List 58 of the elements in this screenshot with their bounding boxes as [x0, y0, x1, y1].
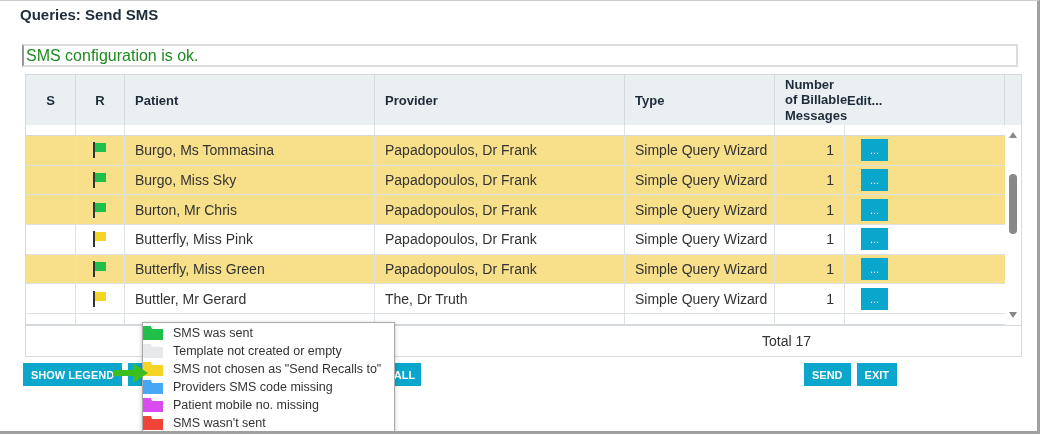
query-type: Simple Query Wizard: [635, 171, 768, 188]
patient-name: Burton, Mr Chris: [135, 201, 237, 218]
edit-button[interactable]: ...: [861, 287, 888, 310]
message-count: 1: [826, 290, 834, 307]
patient-name: Buttler, Mr Gerard: [135, 290, 247, 307]
arrow-icon: [113, 361, 149, 385]
total-count: Total 17: [762, 333, 812, 349]
table-row[interactable]: Butterfly, Miss Green Papadopoulos, Dr Frank Simple Query Wizard 1 ...: [26, 254, 1005, 285]
edit-button[interactable]: ...: [861, 168, 888, 191]
edit-button[interactable]: ...: [861, 258, 888, 281]
edit-button[interactable]: ...: [861, 228, 888, 251]
query-type: Simple Query Wizard: [635, 231, 768, 248]
legend-label: Providers SMS code missing: [173, 380, 333, 394]
message-count: 1: [826, 261, 834, 278]
legend-label: Template not created or empty: [173, 344, 342, 358]
column-header: S: [26, 75, 76, 125]
page-title: Queries: Send SMS: [19, 5, 160, 25]
legend-label: SMS not chosen as "Send Recalls to": [173, 362, 382, 376]
edit-button[interactable]: ...: [861, 198, 888, 221]
column-header: Number of Billable Messages: [784, 75, 845, 125]
scroll-down-icon[interactable]: [1008, 311, 1018, 319]
patient-name: Butterfly, Miss Green: [135, 261, 265, 278]
provider-name: Papadopoulos, Dr Frank: [385, 142, 537, 159]
legend-label: SMS was sent: [173, 326, 253, 340]
table-row[interactable]: Burgo, Ms Tommasina Papadopoulos, Dr Frank Simple Query Wizard 1 ...: [26, 135, 1005, 166]
status-field[interactable]: SMS configuration is ok.: [22, 44, 1018, 67]
column-header: Type: [625, 75, 775, 125]
message-count: 1: [826, 142, 834, 159]
table-row[interactable]: Burton, Mr Chris Papadopoulos, Dr Frank Simple Query Wizard 1 ...: [26, 195, 1005, 225]
patient-name: Burgo, Ms Tommasina: [135, 142, 274, 159]
exit-button[interactable]: EXIT: [856, 363, 897, 386]
column-header: Provider: [375, 75, 625, 125]
table-row[interactable]: Burgo, Miss Sky Papadopoulos, Dr Frank Simple Query Wizard 1 ...: [26, 165, 1005, 196]
patient-name: Butterfly, Miss Pink: [135, 231, 253, 248]
query-type: Simple Query Wizard: [635, 142, 768, 159]
provider-name: Papadopoulos, Dr Frank: [385, 261, 537, 278]
column-header: Patient: [125, 75, 375, 125]
edit-button[interactable]: ...: [861, 139, 888, 162]
query-type: Simple Query Wizard: [635, 201, 768, 218]
table-row[interactable]: Buttler, Mr Gerard The, Dr Truth Simple Query Wizard 1 ...: [26, 284, 1005, 315]
message-count: 1: [826, 231, 834, 248]
provider-name: Papadopoulos, Dr Frank: [385, 231, 537, 248]
legend-label: SMS wasn't sent: [173, 416, 266, 430]
patient-name: Burgo, Miss Sky: [135, 171, 237, 188]
send-button[interactable]: SEND: [804, 363, 851, 386]
scroll-thumb[interactable]: [1009, 174, 1017, 234]
message-count: 1: [826, 171, 834, 188]
query-type: Simple Query Wizard: [635, 290, 768, 307]
scroll-up-icon[interactable]: [1008, 131, 1018, 139]
column-header: R: [76, 75, 125, 125]
legend-label: Patient mobile no. missing: [173, 398, 319, 412]
provider-name: Papadopoulos, Dr Frank: [385, 201, 537, 218]
message-count: 1: [826, 201, 834, 218]
provider-name: Papadopoulos, Dr Frank: [385, 171, 537, 188]
table-row[interactable]: Butterfly, Miss Pink Papadopoulos, Dr Frank Simple Query Wizard 1 ...: [26, 225, 1005, 255]
provider-name: The, Dr Truth: [385, 290, 468, 307]
query-type: Simple Query Wizard: [635, 261, 768, 278]
show-legend-button[interactable]: SHOW LEGEND: [23, 363, 123, 386]
